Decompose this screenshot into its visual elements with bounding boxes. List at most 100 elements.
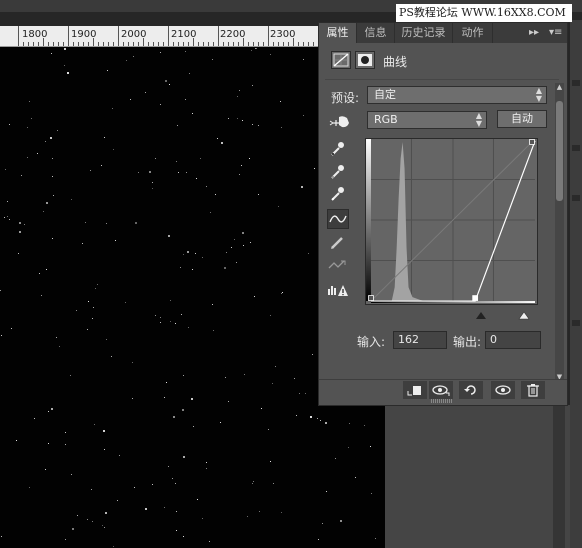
- collapse-panel-button[interactable]: ▸▸: [529, 23, 539, 43]
- ruler-tick: [278, 42, 279, 46]
- clipping-warning-icon[interactable]: [327, 281, 349, 301]
- star-speck: [244, 374, 245, 375]
- black-point-slider[interactable]: [476, 312, 486, 319]
- star-speck: [176, 511, 177, 512]
- star-speck: [94, 424, 95, 425]
- star-speck: [172, 478, 173, 479]
- output-field[interactable]: 0: [485, 331, 541, 349]
- pencil-icon[interactable]: [327, 233, 349, 253]
- ruler-tick: [68, 26, 69, 46]
- trash-icon[interactable]: [521, 381, 545, 399]
- star-speck: [16, 440, 17, 441]
- curve-control-point[interactable]: [472, 295, 479, 301]
- eyedropper-gray-icon[interactable]: [327, 163, 349, 183]
- star-speck: [278, 206, 279, 207]
- panel-resize-grip[interactable]: [431, 399, 453, 403]
- star-speck: [178, 172, 179, 173]
- ruler-tick: [213, 42, 214, 46]
- star-speck: [57, 130, 58, 131]
- star-speck: [88, 301, 89, 302]
- divider: [325, 79, 559, 80]
- ruler-tick: [173, 42, 174, 46]
- star-speck: [160, 317, 161, 318]
- ruler-tick: [233, 42, 234, 46]
- channel-value: RGB: [374, 113, 398, 126]
- smooth-icon[interactable]: [327, 256, 349, 276]
- star-speck: [252, 483, 253, 484]
- star-speck: [187, 251, 189, 253]
- ruler-tick: [308, 42, 309, 46]
- ruler-tick: [58, 42, 59, 46]
- collapsed-panel-strip[interactable]: [570, 20, 582, 548]
- star-speck: [228, 118, 229, 119]
- star-speck: [132, 398, 133, 399]
- star-speck: [45, 141, 46, 142]
- star-speck: [320, 420, 321, 421]
- star-speck: [41, 295, 42, 296]
- curves-graph[interactable]: [365, 138, 538, 305]
- star-speck: [52, 176, 53, 177]
- auto-button[interactable]: 自动: [497, 110, 547, 128]
- star-speck: [173, 416, 175, 418]
- ruler-tick: [228, 42, 229, 46]
- star-speck: [7, 201, 8, 202]
- view-previous-icon[interactable]: [429, 381, 453, 399]
- preset-dropdown[interactable]: 自定 ▲ ▼: [367, 86, 547, 104]
- panel-scrollbar[interactable]: ▲ ▼: [555, 83, 564, 381]
- eyedropper-white-icon[interactable]: [327, 185, 349, 205]
- star-speck: [231, 247, 232, 248]
- hand-adjust-icon[interactable]: [329, 111, 353, 131]
- tab-info[interactable]: 信息: [357, 23, 395, 43]
- star-speck: [77, 515, 78, 516]
- star-speck: [335, 458, 336, 459]
- star-speck: [228, 401, 229, 402]
- star-speck: [188, 327, 189, 328]
- ruler-tick: [268, 26, 269, 46]
- curve-control-point[interactable]: [368, 295, 374, 301]
- mask-icon[interactable]: [355, 51, 375, 69]
- panel-menu-button[interactable]: ▾≡: [549, 23, 562, 43]
- tab-actions[interactable]: 动作: [453, 23, 493, 43]
- star-speck: [200, 158, 201, 159]
- eyedropper-black-icon[interactable]: [327, 140, 349, 160]
- curve-control-point[interactable]: [529, 139, 535, 145]
- channel-dropdown[interactable]: RGB ▲ ▼: [367, 111, 487, 129]
- tab-history[interactable]: 历史记录: [395, 23, 453, 43]
- star-speck: [4, 217, 5, 218]
- curves-adjustment-icon[interactable]: [331, 51, 351, 69]
- star-speck: [34, 418, 35, 419]
- star-speck: [193, 426, 194, 427]
- star-speck: [252, 85, 253, 86]
- scrollbar-thumb[interactable]: [556, 101, 563, 201]
- reset-icon[interactable]: [459, 381, 483, 399]
- ruler-tick: [118, 26, 119, 46]
- curve-points-icon[interactable]: [327, 209, 349, 229]
- star-speck: [27, 127, 28, 128]
- input-field[interactable]: 162: [393, 331, 447, 349]
- ruler-tick: [263, 42, 264, 46]
- clip-to-layer-icon[interactable]: [403, 381, 427, 399]
- star-speck: [50, 137, 52, 139]
- star-speck: [303, 59, 304, 60]
- tab-properties[interactable]: 属性: [319, 23, 357, 43]
- ruler-tick: [148, 42, 149, 46]
- star-speck: [92, 318, 93, 319]
- star-speck: [67, 72, 69, 74]
- star-speck: [70, 375, 71, 376]
- input-sliders[interactable]: [363, 309, 543, 321]
- star-speck: [101, 165, 102, 166]
- ruler-tick: [113, 42, 114, 46]
- star-speck: [375, 538, 376, 539]
- star-speck: [183, 254, 184, 255]
- star-speck: [202, 257, 203, 258]
- scroll-up-icon[interactable]: ▲: [555, 83, 564, 91]
- star-speck: [104, 449, 105, 450]
- star-speck: [189, 73, 190, 74]
- ruler-tick: [218, 26, 219, 46]
- white-point-slider[interactable]: [518, 311, 530, 320]
- star-speck: [29, 101, 30, 102]
- visibility-icon[interactable]: [491, 381, 515, 399]
- star-speck: [213, 330, 214, 331]
- star-speck: [241, 165, 242, 166]
- star-speck: [72, 528, 74, 530]
